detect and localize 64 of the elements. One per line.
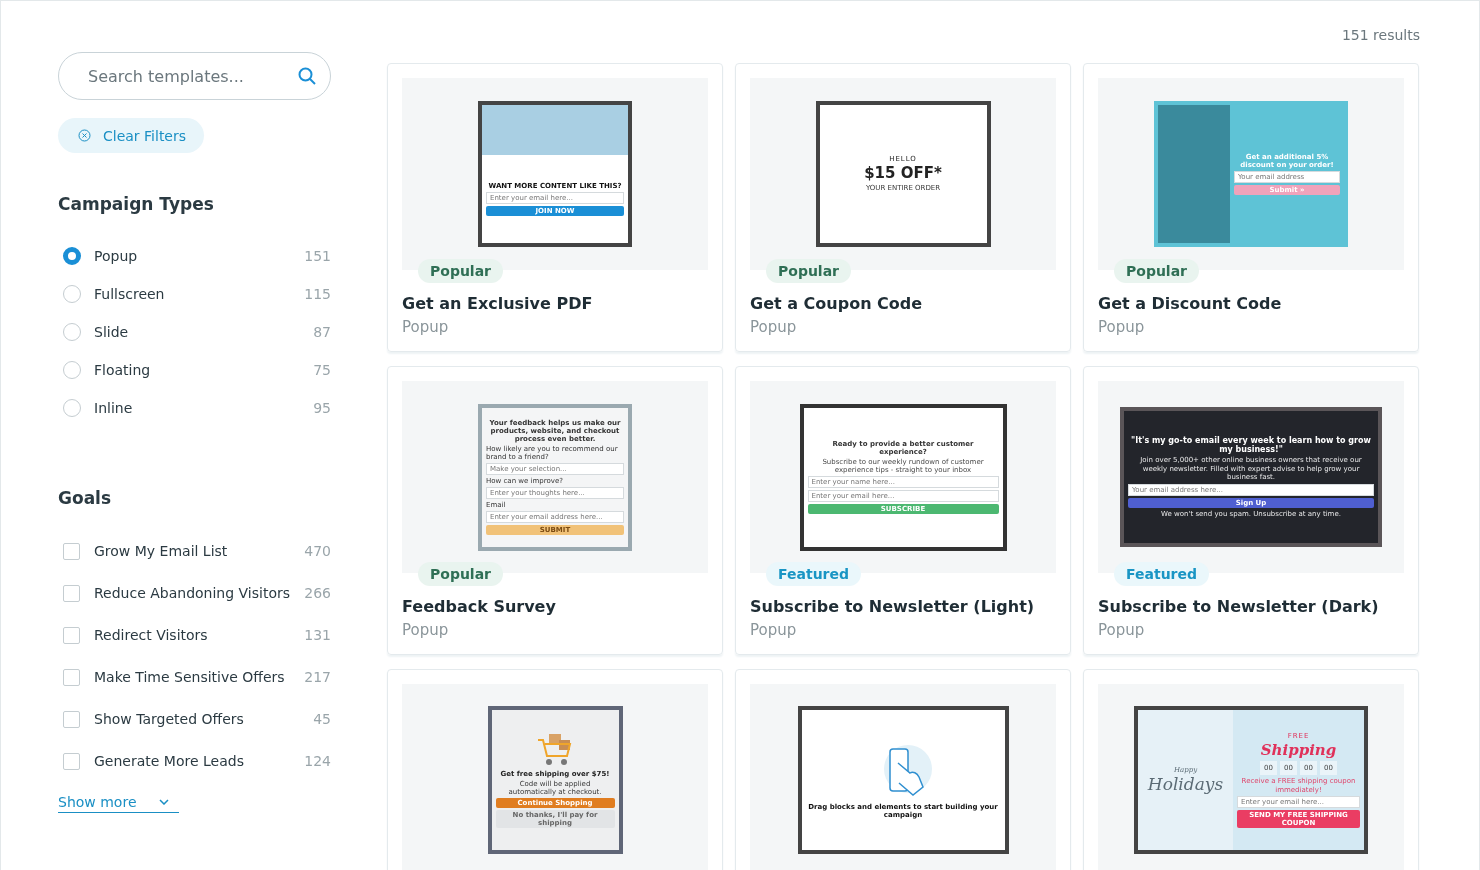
checkbox[interactable] — [63, 626, 80, 644]
template-type: Popup — [1098, 318, 1146, 336]
option-count: 470 — [304, 543, 331, 559]
option-label: Show Targeted Offers — [94, 711, 245, 727]
option-label: Fullscreen — [94, 286, 166, 302]
checkbox[interactable] — [63, 710, 80, 728]
template-badge: Popular — [766, 259, 852, 283]
checkbox[interactable] — [63, 668, 80, 686]
option-label: Make Time Sensitive Offers — [94, 669, 286, 685]
option-label: Floating — [94, 362, 152, 378]
search-icon — [298, 67, 316, 85]
option-count: 87 — [313, 324, 331, 340]
checkbox[interactable] — [63, 542, 80, 560]
preview-heading: "It's my go-to email every week to learn how to grow my business!" — [1130, 436, 1372, 455]
template-badge: Popular — [1114, 259, 1200, 283]
option-count: 151 — [304, 248, 331, 264]
option-count: 75 — [313, 362, 331, 378]
checkbox[interactable] — [63, 584, 80, 602]
option-label: Redirect Visitors — [94, 627, 209, 643]
template-card[interactable] — [735, 366, 1071, 655]
template-title: Subscribe to Newsletter (Dark) — [1098, 597, 1380, 616]
option-count: 124 — [304, 753, 331, 769]
radio-button[interactable] — [63, 399, 81, 417]
option-count: 266 — [304, 585, 331, 601]
preview-heading: $15 OFF* — [864, 165, 942, 183]
option-label: Reduce Abandoning Visitors — [94, 585, 292, 601]
template-title: Get a Coupon Code — [750, 294, 924, 313]
section-title: Goals — [58, 488, 113, 508]
template-type: Popup — [402, 318, 450, 336]
template-type: Popup — [402, 621, 450, 639]
radio-button[interactable] — [63, 247, 81, 265]
radio-button[interactable] — [63, 323, 81, 341]
option-count: 217 — [304, 669, 331, 685]
template-title: Feedback Survey — [402, 597, 557, 616]
option-label: Inline — [94, 400, 134, 416]
option-count: 131 — [304, 627, 331, 643]
option-count: 115 — [304, 286, 331, 302]
option-count: 95 — [313, 400, 331, 416]
template-type: Popup — [1098, 621, 1146, 639]
template-type: Popup — [750, 621, 798, 639]
chevron-down-icon — [158, 799, 169, 805]
template-title: Get an Exclusive PDF — [402, 294, 594, 313]
checkbox[interactable] — [63, 752, 80, 770]
close-circle-icon — [78, 129, 91, 142]
option-label: Grow My Email List — [94, 543, 229, 559]
template-card[interactable] — [1083, 366, 1419, 655]
template-badge: Featured — [766, 562, 862, 586]
preview-heading: Shipping — [1260, 741, 1337, 760]
template-badge: Popular — [418, 562, 504, 586]
option-label: Generate More Leads — [94, 753, 245, 769]
show-more-link[interactable]: Show more — [58, 794, 179, 813]
section-title: Campaign Types — [58, 194, 215, 214]
template-title: Subscribe to Newsletter (Light) — [750, 597, 1036, 616]
art-text: Holidays — [1147, 774, 1224, 794]
radio-button[interactable] — [63, 285, 81, 303]
template-badge: Popular — [418, 259, 504, 283]
results-count: 151 results — [1341, 27, 1420, 43]
option-label: Popup — [94, 248, 139, 264]
template-title: Get a Discount Code — [1098, 294, 1283, 313]
option-label: Slide — [94, 324, 130, 340]
template-badge: Featured — [1114, 562, 1210, 586]
radio-button[interactable] — [63, 361, 81, 379]
option-count: 45 — [313, 711, 331, 727]
template-type: Popup — [750, 318, 798, 336]
